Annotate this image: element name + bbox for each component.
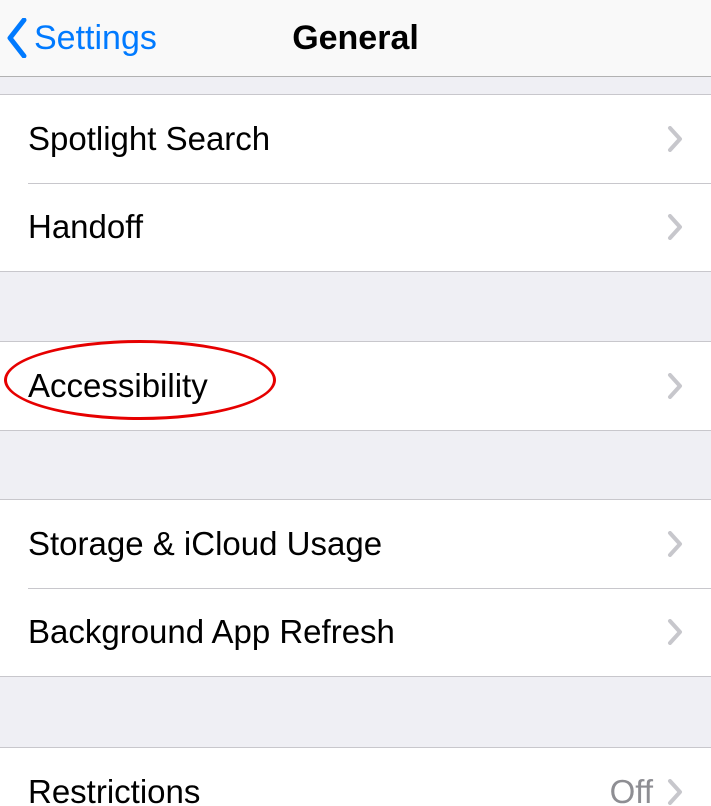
- chevron-right-icon: [667, 126, 683, 152]
- row-background-app-refresh[interactable]: Background App Refresh: [0, 588, 711, 676]
- back-label: Settings: [34, 19, 157, 58]
- row-label: Storage & iCloud Usage: [28, 525, 667, 563]
- section-gap: [0, 677, 711, 747]
- section-gap: [0, 77, 711, 94]
- navbar: Settings General: [0, 0, 711, 77]
- row-label: Accessibility: [28, 367, 667, 405]
- group-1: Spotlight Search Handoff: [0, 94, 711, 272]
- group-2: Accessibility: [0, 341, 711, 431]
- row-value: Off: [610, 773, 653, 806]
- section-gap: [0, 272, 711, 341]
- chevron-right-icon: [667, 619, 683, 645]
- row-spotlight-search[interactable]: Spotlight Search: [0, 95, 711, 183]
- chevron-right-icon: [667, 373, 683, 399]
- group-3: Storage & iCloud Usage Background App Re…: [0, 499, 711, 677]
- back-button[interactable]: Settings: [0, 18, 157, 58]
- chevron-right-icon: [667, 214, 683, 240]
- group-4: Restrictions Off: [0, 747, 711, 806]
- chevron-right-icon: [667, 779, 683, 805]
- chevron-left-icon: [6, 18, 28, 58]
- row-storage-icloud-usage[interactable]: Storage & iCloud Usage: [0, 500, 711, 588]
- row-label: Spotlight Search: [28, 120, 667, 158]
- row-label: Background App Refresh: [28, 613, 667, 651]
- row-accessibility[interactable]: Accessibility: [0, 342, 711, 430]
- row-restrictions[interactable]: Restrictions Off: [0, 748, 711, 806]
- row-label: Restrictions: [28, 773, 610, 806]
- chevron-right-icon: [667, 531, 683, 557]
- section-gap: [0, 431, 711, 499]
- row-label: Handoff: [28, 208, 667, 246]
- row-handoff[interactable]: Handoff: [0, 183, 711, 271]
